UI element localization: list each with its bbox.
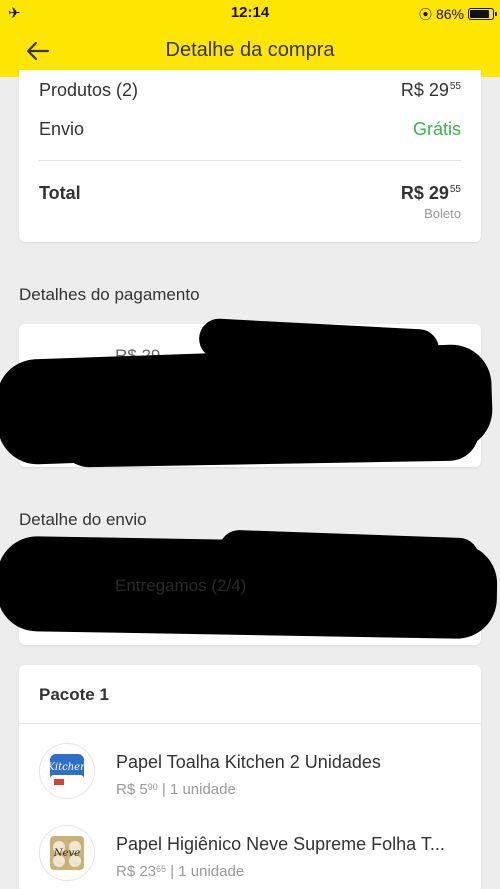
package-title: Pacote 1 <box>39 685 109 704</box>
shipping-value: Grátis <box>412 119 461 139</box>
item-price-quantity: R$ 2365 | 1 unidade <box>116 863 244 880</box>
package-item[interactable]: Neve Papel Higiênico Neve Supreme Folha … <box>39 821 463 889</box>
total-label: Total <box>39 183 81 203</box>
total-price-cents: 55 <box>449 184 461 195</box>
item-price-quantity: R$ 590 | 1 unidade <box>116 781 236 798</box>
product-thumbnail: Neve <box>39 825 95 881</box>
item-price-cents: 65 <box>156 864 167 874</box>
top-bar: ✈ 12:14 ⦿ 86% Detalhe da compra <box>0 0 500 77</box>
payment-details-card[interactable]: R$ 29 <box>0 317 494 468</box>
item-price-int: R$ 23 <box>116 863 157 880</box>
shipping-row: Envio Grátis <box>39 119 461 140</box>
redaction-mark <box>58 400 480 468</box>
products-row: Produtos (2) R$ 2955 <box>39 80 461 101</box>
product-thumbnail: Kitchen <box>39 743 95 799</box>
item-quantity: | 1 unidade <box>161 781 236 798</box>
total-price: R$ 2955 <box>401 183 461 204</box>
page-title: Detalhe da compra <box>165 39 335 61</box>
thumb-brand-text: Kitchen <box>46 762 86 773</box>
purchase-summary-card: Produtos (2) R$ 2955 Envio Grátis Total … <box>19 70 481 242</box>
total-price-int: R$ 29 <box>400 183 449 203</box>
package-item[interactable]: Kitchen Papel Toalha Kitchen 2 Unidades … <box>39 739 463 809</box>
orientation-lock-icon: ⦿ <box>418 7 432 22</box>
item-name: Papel Higiênico Neve Supreme Folha T... <box>116 834 445 854</box>
divider <box>39 160 461 161</box>
shipping-details-card[interactable]: Entregamos (2/4) <box>0 529 498 645</box>
status-right: ⦿ 86% <box>418 4 497 23</box>
item-price-cents: 90 <box>147 782 158 792</box>
payment-method-label: Boleto <box>424 206 461 221</box>
shipping-redacted-text: Entregamos (2/4) <box>115 576 247 595</box>
products-label: Produtos (2) <box>39 80 139 100</box>
payment-section-title: Detalhes do pagamento <box>19 285 200 304</box>
shipping-label: Envio <box>39 119 85 139</box>
item-name: Papel Toalha Kitchen 2 Unidades <box>116 752 381 772</box>
paper-towel-image: Kitchen <box>46 754 87 788</box>
products-price-cents: 55 <box>449 81 461 92</box>
products-price: R$ 2955 <box>401 80 461 101</box>
status-bar: ✈ 12:14 ⦿ 86% <box>0 0 500 26</box>
item-price-int: R$ 5 <box>116 781 148 798</box>
toilet-paper-image: Neve <box>50 836 84 870</box>
package-card: Pacote 1 Kitchen Papel Toalha Kitchen 2 … <box>19 665 481 889</box>
battery-icon <box>468 7 497 20</box>
total-row: Total R$ 2955 <box>39 183 461 204</box>
divider <box>19 723 481 724</box>
item-quantity: | 1 unidade <box>170 863 245 880</box>
shipping-section-title: Detalhe do envio <box>19 510 147 529</box>
battery-percent: 86% <box>435 5 464 22</box>
thumb-brand-text: Neve <box>53 848 80 859</box>
products-price-int: R$ 29 <box>400 80 449 100</box>
